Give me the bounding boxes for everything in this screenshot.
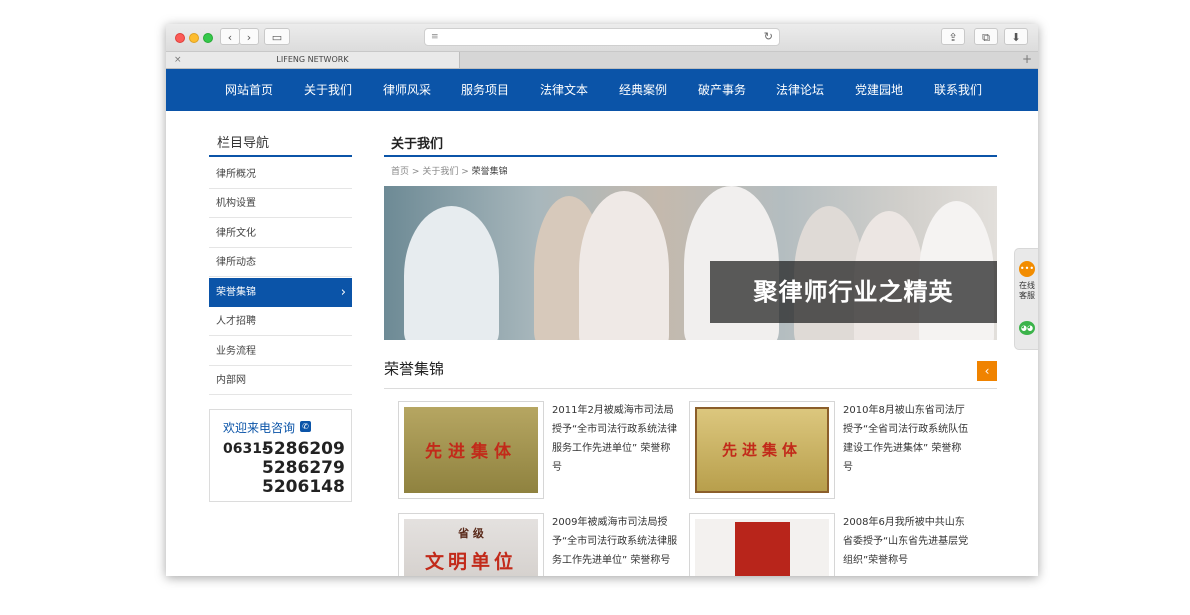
tab-title: LIFENG NETWORK <box>276 55 349 64</box>
nav-item-home[interactable]: 网站首页 <box>225 69 273 111</box>
phone-icon: ✆ <box>300 421 311 432</box>
sidebar-item-label: 荣誉集锦 <box>216 287 256 298</box>
honor-description: 2011年2月被威海市司法局授予“全市司法行政系统法律服务工作先进单位” 荣誉称… <box>552 405 678 473</box>
page-title-underline <box>384 155 997 157</box>
banner-figure <box>404 206 499 340</box>
honor-description: 2010年8月被山东省司法厅授予“全省司法行政系统队伍建设工作先进集体” 荣誉称… <box>843 405 969 473</box>
honor-description: 2009年被威海市司法局授予“全市司法行政系统法律服务工作先进单位” 荣誉称号 <box>552 517 678 566</box>
chevron-right-icon: › <box>340 285 346 300</box>
honor-description: 2008年6月我所被中共山东省委授予“山东省先进基层党组织”荣誉称号 <box>843 517 969 566</box>
banner-slogan: 聚律师行业之精英 <box>753 278 954 306</box>
honor-image[interactable] <box>689 513 835 576</box>
chat-icon[interactable]: ••• <box>1019 261 1035 277</box>
phone-number: 5286209 <box>262 439 345 459</box>
main-nav: 网站首页 关于我们 律师风采 服务项目 法律文本 经典案例 破产事务 法律论坛 … <box>166 69 1038 111</box>
nav-item-bankruptcy[interactable]: 破产事务 <box>698 69 746 111</box>
nav-item-forum[interactable]: 法律论坛 <box>776 69 824 111</box>
banner-overlay: 聚律师行业之精英 <box>710 261 997 323</box>
minimize-window-button[interactable] <box>189 33 199 43</box>
online-service-label[interactable]: 在线 <box>1015 281 1039 291</box>
contact-box: 欢迎来电咨询 ✆ 0631- 5286209 5286279 5206148 <box>209 409 352 502</box>
plaque-heading: 省 级 <box>458 527 484 540</box>
sidebar-item-intranet[interactable]: 内部网 <box>209 366 352 395</box>
page-title: 关于我们 <box>391 137 444 152</box>
sidebar-item-news[interactable]: 律所动态 <box>209 248 352 277</box>
section-title: 荣誉集锦 <box>384 360 445 378</box>
breadcrumb-separator: > <box>461 167 469 177</box>
tabs-overview-button[interactable]: ⧉ <box>974 28 998 45</box>
nav-item-party[interactable]: 党建园地 <box>855 69 903 111</box>
party-banner-icon <box>735 522 790 576</box>
reader-icon[interactable]: ≡ <box>431 33 439 42</box>
online-service-label[interactable]: 客服 <box>1015 291 1039 301</box>
plaque-text: 先进集体 <box>425 442 517 462</box>
sidebar-item-honors[interactable]: 荣誉集锦 › <box>209 278 352 307</box>
share-icon: ⇪ <box>948 31 958 44</box>
forward-button[interactable]: › <box>239 28 259 45</box>
floating-service-bar: ••• 在线 客服 ◕◕ <box>1014 248 1038 350</box>
honor-image[interactable]: 先进集体 <box>398 401 544 499</box>
sidebar-title-underline <box>209 155 352 157</box>
breadcrumb-separator: > <box>411 167 420 177</box>
downloads-button[interactable]: ⬇ <box>1004 28 1028 45</box>
share-button[interactable]: ⇪ <box>941 28 965 45</box>
prev-button[interactable]: ‹ <box>977 361 997 381</box>
chevron-left-icon: ‹ <box>227 31 233 44</box>
breadcrumb-current: 荣誉集锦 <box>471 167 508 177</box>
sidebar-title: 栏目导航 <box>217 136 270 151</box>
nav-item-about[interactable]: 关于我们 <box>304 69 352 111</box>
address-bar[interactable]: ≡ ↻ <box>424 28 780 46</box>
reload-icon[interactable]: ↻ <box>764 30 773 43</box>
zoom-window-button[interactable] <box>203 33 213 43</box>
nav-item-cases[interactable]: 经典案例 <box>619 69 667 111</box>
new-tab-icon[interactable]: + <box>1022 52 1032 67</box>
honor-plaque: 先进集体 <box>695 407 829 493</box>
breadcrumb-parent[interactable]: 关于我们 <box>422 167 458 177</box>
duplicate-icon: ⧉ <box>982 31 990 44</box>
phone-number: 5206148 <box>262 477 345 497</box>
sidebar-item-overview[interactable]: 律所概况 <box>209 160 352 189</box>
browser-window: ‹ › ▭ ≡ ↻ ⇪ ⧉ ⬇ × LIFENG NETWORK + 网站首页 … <box>166 24 1038 576</box>
chevron-right-icon: › <box>246 31 252 44</box>
plaque-text: 文明单位 <box>424 551 517 573</box>
sidebar-item-recruitment[interactable]: 人才招聘 <box>209 307 352 336</box>
banner-figure <box>579 191 669 340</box>
honor-plaque: 省 级 文明单位 <box>404 519 538 576</box>
nav-item-contact[interactable]: 联系我们 <box>934 69 982 111</box>
honor-plaque: 先进集体 <box>404 407 538 493</box>
download-icon: ⬇ <box>1011 31 1021 44</box>
sidebar-item-culture[interactable]: 律所文化 <box>209 219 352 248</box>
browser-tab[interactable]: × LIFENG NETWORK <box>166 52 460 68</box>
browser-toolbar: ‹ › ▭ ≡ ↻ ⇪ ⧉ ⬇ <box>166 24 1038 52</box>
contact-title: 欢迎来电咨询 <box>223 421 296 435</box>
tab-bar: × LIFENG NETWORK + <box>166 52 1038 69</box>
sidebar-toggle-button[interactable]: ▭ <box>264 28 290 45</box>
sidebar-icon: ▭ <box>271 31 283 44</box>
wechat-icon[interactable]: ◕◕ <box>1019 321 1035 335</box>
honor-image[interactable]: 先进集体 <box>689 401 835 499</box>
banner-image: 聚律师行业之精英 <box>384 186 997 340</box>
chevron-left-icon: ‹ <box>984 364 990 378</box>
sidebar-item-process[interactable]: 业务流程 <box>209 337 352 366</box>
back-button[interactable]: ‹ <box>220 28 240 45</box>
close-window-button[interactable] <box>175 33 185 43</box>
breadcrumb: 首页 > 关于我们 > 荣誉集锦 <box>391 164 508 177</box>
sidebar-item-structure[interactable]: 机构设置 <box>209 189 352 218</box>
nav-item-legal-texts[interactable]: 法律文本 <box>540 69 588 111</box>
nav-item-services[interactable]: 服务项目 <box>461 69 509 111</box>
honor-image[interactable]: 省 级 文明单位 <box>398 513 544 576</box>
breadcrumb-home[interactable]: 首页 <box>391 167 409 177</box>
phone-number: 5286279 <box>262 458 345 478</box>
nav-item-lawyers[interactable]: 律师风采 <box>383 69 431 111</box>
plaque-text: 先进集体 <box>721 441 802 459</box>
section-divider <box>384 388 997 389</box>
honor-plaque <box>695 519 829 576</box>
